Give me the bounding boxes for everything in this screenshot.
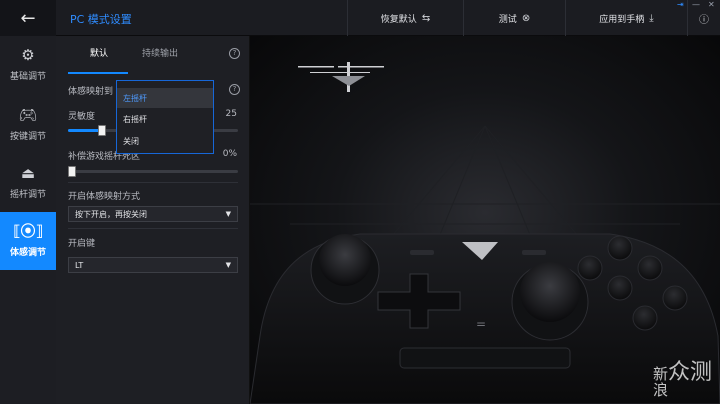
watermark-text: 众测 [667, 360, 712, 385]
enable-key-select[interactable]: LT ▼ [68, 257, 238, 273]
controller-illustration: = [250, 62, 720, 404]
enable-mode-label: 开启体感映射方式 [68, 192, 141, 202]
tab-default[interactable]: 默认 [90, 46, 108, 59]
close-icon[interactable]: ✕ [708, 1, 715, 9]
sensitivity-slider-thumb[interactable] [98, 125, 106, 136]
sidebar-item-label: 按键调节 [9, 132, 46, 142]
sidebar-item-label: 体感调节 [9, 248, 46, 258]
arrow-left-icon: ← [20, 7, 36, 29]
divider [68, 228, 238, 229]
tab-underline [68, 72, 128, 74]
target-icon: ⊗ [521, 12, 531, 24]
deadzone-slider[interactable] [68, 166, 238, 177]
sensitivity-slider-fill [68, 129, 102, 132]
exit-icon[interactable]: ⇥ [677, 1, 684, 9]
controller-preview: = [250, 36, 720, 404]
mapping-label: 体感映射到 [68, 87, 114, 97]
sidebar-item-label: 摇杆调节 [9, 190, 46, 200]
brand-logo-mark [298, 62, 384, 92]
tab-continuous-output[interactable]: 持续输出 [142, 46, 178, 59]
test-button[interactable]: 测试 ⊗ [463, 0, 565, 36]
sidebar: ⚙ 基础调节 🎮︎ 按键调节 ⏏ 摇杆调节 ⟦⦿⟧ 体感调节 [0, 36, 56, 404]
download-icon: ⤓ [649, 12, 654, 24]
joystick-icon: ⏏ [20, 164, 36, 182]
sidebar-item-label: 基础调节 [9, 72, 46, 82]
enable-mode-selected: 按下开启，再按关闭 [75, 209, 147, 219]
dropdown-option-right-stick[interactable]: 右摇杆 [117, 109, 213, 129]
info-icon: ⓘ [699, 14, 709, 26]
page-title: PC 模式设置 [70, 13, 132, 26]
divider [68, 182, 238, 183]
deadzone-slider-thumb[interactable] [68, 166, 76, 177]
restore-default-label: 恢复默认 [380, 14, 417, 25]
mapping-help-icon[interactable]: ? [229, 84, 240, 95]
dropdown-option-off[interactable]: 关闭 [117, 131, 213, 151]
svg-text:=: = [476, 317, 486, 331]
restore-default-button[interactable]: 恢复默认 ⇆ [347, 0, 463, 36]
back-button[interactable]: ← [0, 0, 56, 36]
watermark-line2: 浪 [652, 381, 668, 399]
motion-sensor-icon: ⟦⦿⟧ [13, 222, 43, 240]
caret-down-icon: ▼ [225, 210, 231, 218]
minimize-icon[interactable]: — [692, 1, 700, 9]
sensitivity-label: 灵敏度 [68, 112, 96, 122]
sidebar-item-basic[interactable]: ⚙ 基础调节 [0, 36, 56, 94]
sidebar-item-buttons[interactable]: 🎮︎ 按键调节 [0, 96, 56, 154]
sidebar-item-joystick[interactable]: ⏏ 摇杆调节 [0, 154, 56, 212]
mapping-dropdown[interactable]: 左摇杆 右摇杆 关闭 [116, 80, 214, 154]
dropdown-option-left-stick[interactable]: 左摇杆 [117, 88, 213, 108]
caret-down-icon: ▼ [225, 261, 231, 269]
apply-label: 应用到手柄 [599, 14, 645, 25]
deadzone-value: 0% [222, 149, 237, 159]
enable-key-selected: LT [75, 260, 84, 270]
enable-mode-select[interactable]: 按下开启，再按关闭 ▼ [68, 206, 238, 222]
help-icon[interactable]: ? [229, 48, 240, 59]
gear-icon: ⚙ [21, 46, 35, 64]
sensitivity-value: 25 [225, 109, 237, 119]
gamepad-icon: 🎮︎ [18, 106, 38, 124]
sidebar-item-motion[interactable]: ⟦⦿⟧ 体感调节 [0, 212, 56, 270]
reset-icon: ⇆ [421, 12, 431, 24]
test-label: 测试 [498, 14, 517, 25]
apply-to-controller-button[interactable]: 应用到手柄 ⤓ [565, 0, 687, 36]
top-bar: ← PC 模式设置 恢复默认 ⇆ 测试 ⊗ 应用到手柄 ⤓ ⓘ ⇥ — ✕ [0, 0, 720, 36]
enable-key-label: 开启键 [68, 239, 96, 249]
watermark: 新众测 浪 [652, 362, 712, 399]
